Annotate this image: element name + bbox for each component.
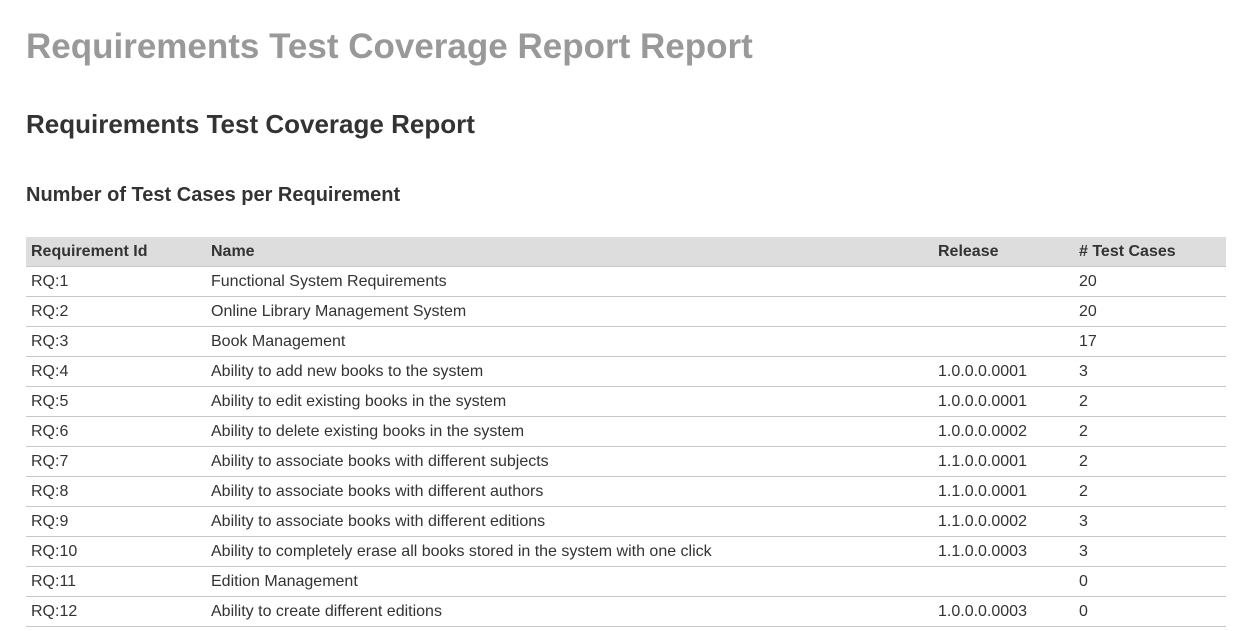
release-cell xyxy=(933,266,1074,297)
requirement-id-cell: RQ:7 xyxy=(26,446,206,477)
requirement-name-cell: Ability to add new books to the system xyxy=(206,356,933,387)
test-case-count-cell: 0 xyxy=(1074,596,1226,627)
table-row: RQ:12 Ability to create different editio… xyxy=(26,596,1226,627)
test-case-count-cell: 3 xyxy=(1074,356,1226,387)
table-row: RQ:3 Book Management 17 xyxy=(26,326,1226,357)
release-cell xyxy=(933,326,1074,357)
requirement-name-cell: Book Management xyxy=(206,326,933,357)
table-row: RQ:10 Ability to completely erase all bo… xyxy=(26,536,1226,567)
column-header-requirement-id: Requirement Id xyxy=(26,237,206,267)
table-row: RQ:1 Functional System Requirements 20 xyxy=(26,266,1226,297)
table-row: RQ:8 Ability to associate books with dif… xyxy=(26,476,1226,507)
table-caption: Number of Test Cases per Requirement xyxy=(26,184,401,206)
test-case-count-cell: 0 xyxy=(1074,566,1226,597)
requirement-id-cell: RQ:1 xyxy=(26,266,206,297)
requirement-id-cell: RQ:5 xyxy=(26,386,206,417)
requirement-id-cell: RQ:2 xyxy=(26,296,206,327)
requirement-name-cell: Ability to associate books with differen… xyxy=(206,446,933,477)
release-cell: 1.0.0.0.0003 xyxy=(933,596,1074,627)
requirement-id-cell: RQ:3 xyxy=(26,326,206,357)
release-cell: 1.0.0.0.0002 xyxy=(933,416,1074,447)
requirement-id-cell: RQ:8 xyxy=(26,476,206,507)
table-row: RQ:9 Ability to associate books with dif… xyxy=(26,506,1226,537)
report-title: Requirements Test Coverage Report Report xyxy=(26,27,753,66)
requirement-name-cell: Ability to associate books with differen… xyxy=(206,476,933,507)
column-header-test-cases: # Test Cases xyxy=(1074,237,1226,267)
test-case-count-cell: 3 xyxy=(1074,506,1226,537)
table-body: RQ:1 Functional System Requirements 20 R… xyxy=(26,266,1226,627)
test-case-count-cell: 2 xyxy=(1074,476,1226,507)
release-cell: 1.1.0.0.0002 xyxy=(933,506,1074,537)
table-row: RQ:11 Edition Management 0 xyxy=(26,566,1226,597)
requirement-id-cell: RQ:9 xyxy=(26,506,206,537)
requirement-name-cell: Ability to create different editions xyxy=(206,596,933,627)
release-cell: 1.1.0.0.0001 xyxy=(933,446,1074,477)
requirement-name-cell: Online Library Management System xyxy=(206,296,933,327)
release-cell: 1.1.0.0.0003 xyxy=(933,536,1074,567)
requirement-id-cell: RQ:4 xyxy=(26,356,206,387)
table-row: RQ:2 Online Library Management System 20 xyxy=(26,296,1226,327)
test-case-count-cell: 2 xyxy=(1074,386,1226,417)
test-coverage-table: Requirement Id Name Release # Test Cases… xyxy=(26,237,1226,627)
requirement-name-cell: Functional System Requirements xyxy=(206,266,933,297)
release-cell: 1.1.0.0.0001 xyxy=(933,476,1074,507)
test-case-count-cell: 17 xyxy=(1074,326,1226,357)
release-cell: 1.0.0.0.0001 xyxy=(933,356,1074,387)
requirement-name-cell: Ability to completely erase all books st… xyxy=(206,536,933,567)
table-row: RQ:7 Ability to associate books with dif… xyxy=(26,446,1226,477)
report-page: Requirements Test Coverage Report Report… xyxy=(0,0,1238,631)
table-header-row: Requirement Id Name Release # Test Cases xyxy=(26,237,1226,267)
test-case-count-cell: 20 xyxy=(1074,296,1226,327)
requirement-id-cell: RQ:10 xyxy=(26,536,206,567)
requirement-name-cell: Ability to edit existing books in the sy… xyxy=(206,386,933,417)
release-cell xyxy=(933,566,1074,597)
requirement-id-cell: RQ:12 xyxy=(26,596,206,627)
column-header-name: Name xyxy=(206,237,933,267)
test-case-count-cell: 3 xyxy=(1074,536,1226,567)
release-cell: 1.0.0.0.0001 xyxy=(933,386,1074,417)
column-header-release: Release xyxy=(933,237,1074,267)
section-title: Requirements Test Coverage Report xyxy=(26,109,475,139)
table-row: RQ:5 Ability to edit existing books in t… xyxy=(26,386,1226,417)
requirement-name-cell: Ability to associate books with differen… xyxy=(206,506,933,537)
requirement-id-cell: RQ:6 xyxy=(26,416,206,447)
test-case-count-cell: 2 xyxy=(1074,416,1226,447)
test-case-count-cell: 20 xyxy=(1074,266,1226,297)
requirement-name-cell: Ability to delete existing books in the … xyxy=(206,416,933,447)
release-cell xyxy=(933,296,1074,327)
test-case-count-cell: 2 xyxy=(1074,446,1226,477)
requirement-name-cell: Edition Management xyxy=(206,566,933,597)
requirement-id-cell: RQ:11 xyxy=(26,566,206,597)
table-row: RQ:4 Ability to add new books to the sys… xyxy=(26,356,1226,387)
table-row: RQ:6 Ability to delete existing books in… xyxy=(26,416,1226,447)
